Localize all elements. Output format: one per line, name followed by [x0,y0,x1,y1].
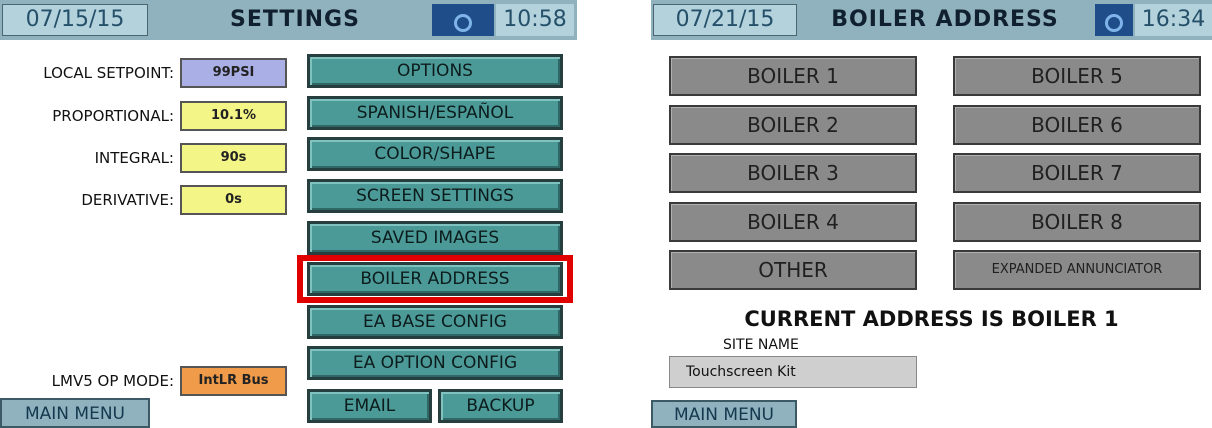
proportional-value[interactable]: 10.1% [180,101,287,131]
highlight-box [297,255,573,303]
backup-button[interactable]: BACKUP [438,389,563,423]
local-setpoint-value[interactable]: 99PSI [180,58,287,88]
current-address-text: CURRENT ADDRESS IS BOILER 1 [744,307,1119,331]
boiler-8-button[interactable]: BOILER 8 [953,202,1201,242]
boiler-1-button[interactable]: BOILER 1 [669,56,917,96]
integral-value[interactable]: 90s [180,143,287,173]
settings-screen: 07/15/15 SETTINGS 10:58 LOCAL SETPOINT: … [0,0,577,428]
proportional-label: PROPORTIONAL: [52,107,174,125]
color-shape-button[interactable]: COLOR/SHAPE [307,137,563,171]
time-display: 10:58 [496,4,574,36]
boiler-4-button[interactable]: BOILER 4 [669,202,917,242]
main-menu-button[interactable]: MAIN MENU [0,398,150,428]
screen-settings-button[interactable]: SCREEN SETTINGS [307,179,563,213]
email-button[interactable]: EMAIL [307,389,432,423]
boiler-5-button[interactable]: BOILER 5 [953,56,1201,96]
derivative-label: DERIVATIVE: [81,191,174,209]
boiler-6-button[interactable]: BOILER 6 [953,105,1201,145]
lmv5-op-mode-value[interactable]: IntLR Bus [180,366,287,396]
options-button[interactable]: OPTIONS [307,54,563,88]
boiler-2-button[interactable]: BOILER 2 [669,105,917,145]
lmv5-op-mode-label: LMV5 OP MODE: [51,372,174,390]
page-title: BOILER ADDRESS [831,7,1059,32]
title-bar: 07/15/15 SETTINGS 10:58 [0,0,577,40]
camera-icon [1105,14,1123,32]
date-display: 07/21/15 [653,4,797,36]
boiler-7-button[interactable]: BOILER 7 [953,153,1201,193]
main-menu-button[interactable]: MAIN MENU [651,400,797,428]
site-name-label: SITE NAME [723,337,799,353]
ea-base-config-button[interactable]: EA BASE CONFIG [307,305,563,339]
integral-label: INTEGRAL: [94,149,174,167]
date-display: 07/15/15 [2,4,148,36]
ea-option-config-button[interactable]: EA OPTION CONFIG [307,346,563,380]
title-bar: 07/21/15 BOILER ADDRESS 16:34 [651,0,1212,40]
derivative-value[interactable]: 0s [180,185,287,215]
local-setpoint-label: LOCAL SETPOINT: [43,64,174,82]
other-button[interactable]: OTHER [669,250,917,290]
boiler-address-screen: 07/21/15 BOILER ADDRESS 16:34 BOILER 1 B… [651,0,1212,428]
time-display: 16:34 [1135,4,1212,36]
camera-button[interactable] [1095,4,1133,36]
spanish-button[interactable]: SPANISH/ESPAÑOL [307,96,563,130]
saved-images-button[interactable]: SAVED IMAGES [307,221,563,255]
camera-button[interactable] [432,4,494,36]
site-name-field[interactable]: Touchscreen Kit [669,356,917,388]
page-title: SETTINGS [230,7,360,32]
camera-icon [454,14,472,32]
boiler-3-button[interactable]: BOILER 3 [669,153,917,193]
expanded-annunciator-button[interactable]: EXPANDED ANNUNCIATOR [953,250,1201,290]
